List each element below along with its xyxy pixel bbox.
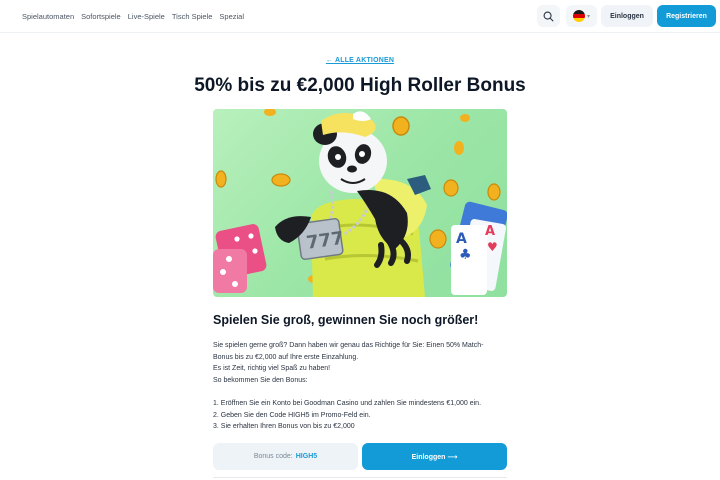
svg-text:A: A bbox=[485, 224, 495, 239]
svg-text:♣: ♣ bbox=[459, 247, 472, 263]
step-text: Sie erhalten Ihren Bonus von bis zu €2,0… bbox=[220, 423, 355, 430]
register-button[interactable]: Registrieren bbox=[657, 5, 716, 27]
list-item: 3. Sie erhalten Ihren Bonus von bis zu €… bbox=[213, 421, 513, 433]
step-number: 1. bbox=[213, 400, 221, 407]
flag-germany-icon bbox=[572, 10, 585, 22]
search-icon bbox=[543, 11, 554, 21]
promo-hero-image: A ♣ A ♥ 777 bbox=[213, 109, 507, 297]
nav-item-sofortspiele[interactable]: Sofortspiele bbox=[81, 12, 121, 21]
nav-item-live-spiele[interactable]: Live-Spiele bbox=[128, 12, 165, 21]
search-button[interactable] bbox=[537, 5, 560, 27]
panda-mascot-illustration: A ♣ A ♥ 777 bbox=[213, 109, 507, 297]
promo-subtitle: Spielen Sie groß, gewinnen Sie noch größ… bbox=[213, 313, 479, 327]
chevron-down-icon: ▾ bbox=[586, 13, 590, 20]
description-line: Es ist Zeit, richtig viel Spaß zu haben! bbox=[213, 365, 331, 372]
description-line: Sie spielen gerne groß? Dann haben wir g… bbox=[213, 342, 484, 349]
divider bbox=[213, 477, 507, 478]
bonus-code-box[interactable]: Bonus code: HIGH5 bbox=[213, 443, 358, 470]
main-nav: Spielautomaten Sofortspiele Live-Spiele … bbox=[22, 0, 244, 33]
bonus-steps-list: 1. Eröffnen Sie ein Konto bei Goodman Ca… bbox=[213, 398, 513, 433]
bonus-code-value: HIGH5 bbox=[295, 453, 318, 460]
svg-text:♥: ♥ bbox=[487, 240, 498, 254]
step-text: Geben Sie den Code HIGH5 im Promo-Feld e… bbox=[220, 411, 371, 419]
nav-item-tisch-spiele[interactable]: Tisch Spiele bbox=[172, 12, 213, 21]
svg-text:A: A bbox=[456, 231, 467, 247]
promo-login-button[interactable]: Einloggen ⟶ bbox=[362, 443, 507, 470]
nav-item-spezial[interactable]: Spezial bbox=[219, 12, 244, 21]
step-number: 2. bbox=[213, 411, 221, 419]
login-button[interactable]: Einloggen bbox=[601, 5, 653, 27]
language-selector[interactable]: ▾ bbox=[566, 5, 597, 27]
top-header: Spielautomaten Sofortspiele Live-Spiele … bbox=[0, 0, 720, 33]
back-to-promotions-link[interactable]: ← ALLE AKTIONEN bbox=[0, 57, 720, 64]
description-line: So bekommen Sie den Bonus: bbox=[213, 376, 308, 384]
nav-item-spielautomaten[interactable]: Spielautomaten bbox=[22, 12, 74, 21]
step-text: Eröffnen Sie ein Konto bei Goodman Casin… bbox=[220, 400, 482, 407]
page-title: 50% bis zu €2,000 High Roller Bonus bbox=[194, 75, 526, 96]
list-item: 2. Geben Sie den Code HIGH5 im Promo-Fel… bbox=[213, 410, 513, 422]
dice-icon bbox=[213, 224, 267, 293]
promo-description: Sie spielen gerne groß? Dann haben wir g… bbox=[213, 340, 513, 386]
playing-cards-icon: A ♣ A ♥ bbox=[450, 201, 507, 295]
list-item: 1. Eröffnen Sie ein Konto bei Goodman Ca… bbox=[213, 398, 513, 410]
description-line: Bonus bis zu €2,000 auf Ihre erste Einza… bbox=[213, 353, 359, 361]
panda-mascot: 777 bbox=[275, 111, 431, 297]
bonus-code-label: Bonus code: bbox=[253, 453, 293, 460]
step-number: 3. bbox=[213, 423, 221, 430]
